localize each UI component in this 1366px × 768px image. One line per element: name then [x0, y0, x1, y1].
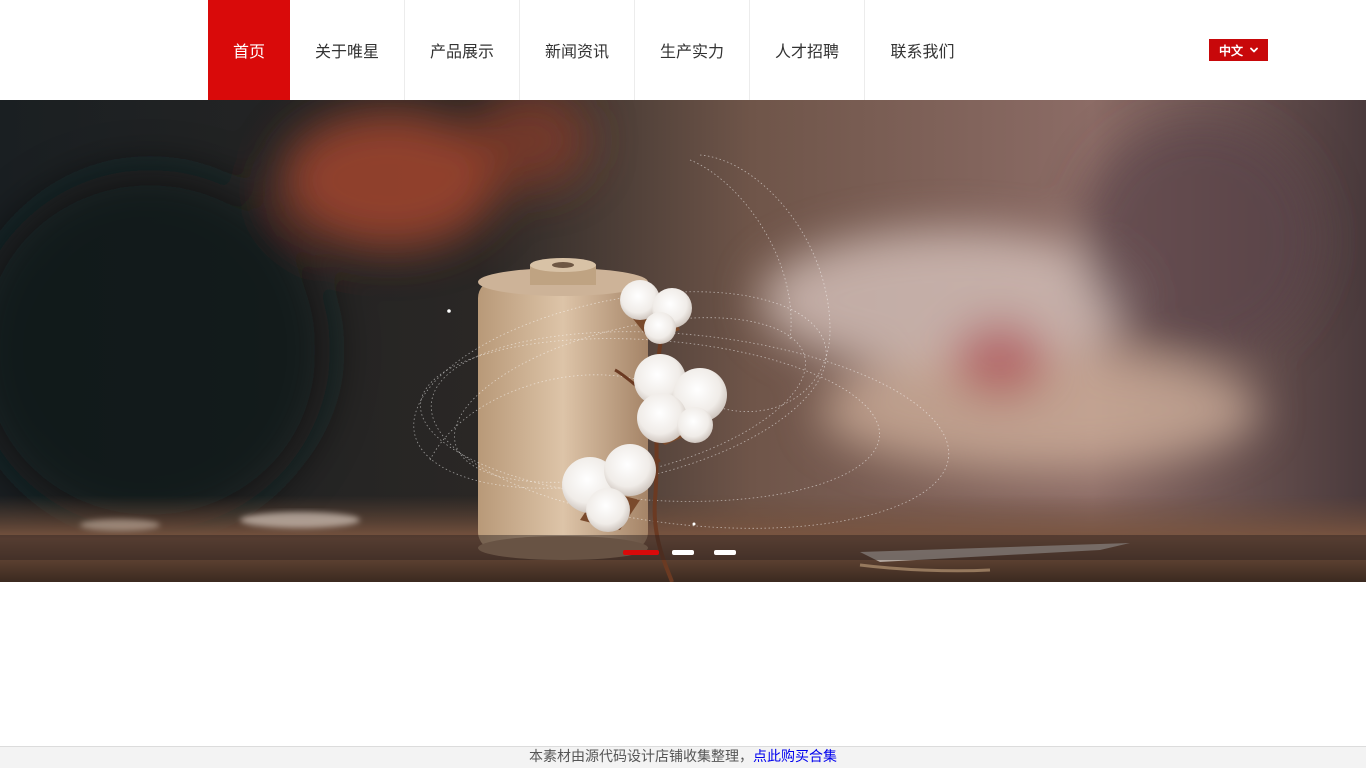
chevron-down-icon	[1250, 47, 1258, 53]
nav-item-home[interactable]: 首页	[208, 0, 290, 100]
page: 首页 关于唯星 产品展示 新闻资讯 生产实力 人才招聘 联系我们 中文 本素材由…	[0, 0, 1366, 768]
nav-item-production[interactable]: 生产实力	[635, 0, 750, 100]
language-label: 中文	[1218, 43, 1243, 58]
footer-notice: 本素材由源代码设计店铺收集整理，点此购买合集	[0, 746, 1366, 768]
nav-item-about[interactable]: 关于唯星	[290, 0, 405, 100]
nav-item-products[interactable]: 产品展示	[405, 0, 520, 100]
buy-collection-link[interactable]: 点此购买合集	[753, 749, 837, 765]
slider-pagination	[0, 535, 1366, 560]
nav-item-news[interactable]: 新闻资讯	[520, 0, 635, 100]
slider-dot-3[interactable]	[714, 550, 736, 555]
hero-banner	[0, 100, 1366, 582]
nav-item-contact[interactable]: 联系我们	[865, 0, 980, 100]
slider-dot-2[interactable]	[672, 550, 694, 555]
nav-item-careers[interactable]: 人才招聘	[750, 0, 865, 100]
slider-dot-1[interactable]	[623, 550, 659, 555]
main-nav: 首页 关于唯星 产品展示 新闻资讯 生产实力 人才招聘 联系我们	[208, 0, 980, 100]
banner-image	[0, 100, 1366, 582]
site-header: 首页 关于唯星 产品展示 新闻资讯 生产实力 人才招聘 联系我们 中文	[0, 0, 1366, 100]
footer-notice-text: 本素材由源代码设计店铺收集整理，	[529, 749, 753, 765]
language-selector[interactable]: 中文	[1209, 39, 1268, 61]
